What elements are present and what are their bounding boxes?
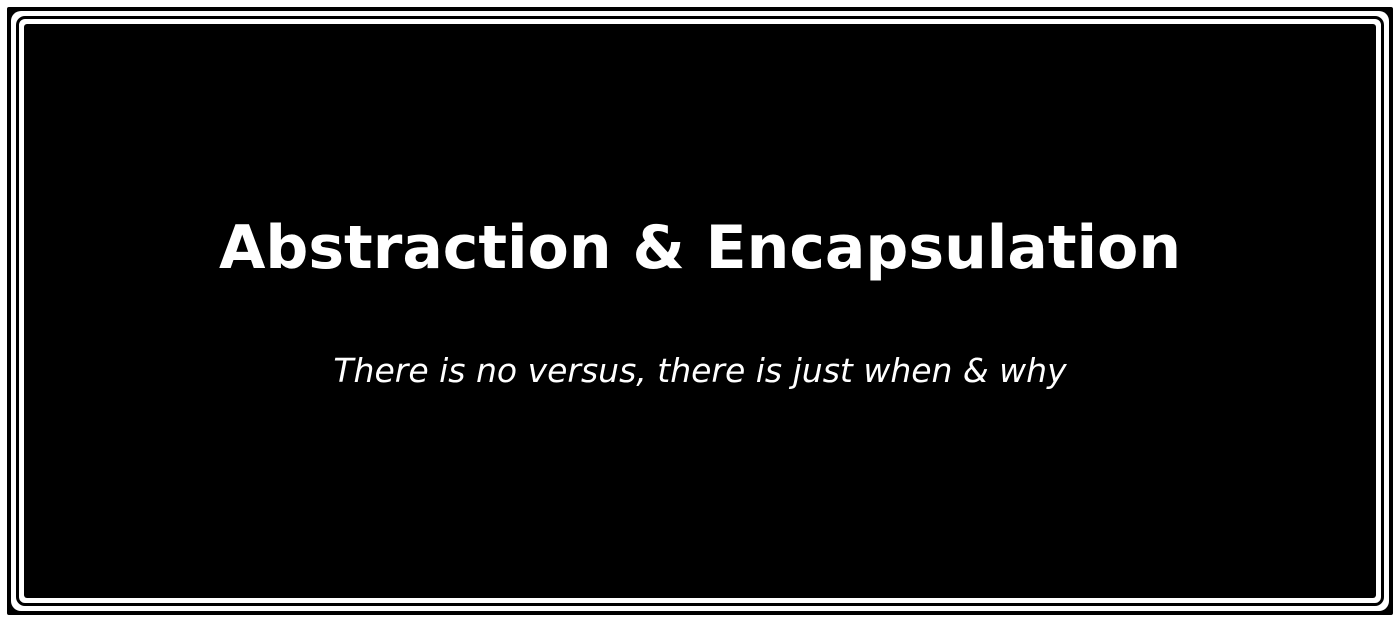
slide-subtitle: There is no versus, there is just when &… (333, 351, 1067, 390)
title-slide: Abstraction & Encapsulation There is no … (24, 24, 1376, 598)
slide-frame-border: Abstraction & Encapsulation There is no … (16, 16, 1384, 606)
slide-title: Abstraction & Encapsulation (218, 213, 1182, 283)
slide-frame-outer: Abstraction & Encapsulation There is no … (7, 7, 1393, 615)
slide-frame-gap: Abstraction & Encapsulation There is no … (11, 11, 1389, 611)
